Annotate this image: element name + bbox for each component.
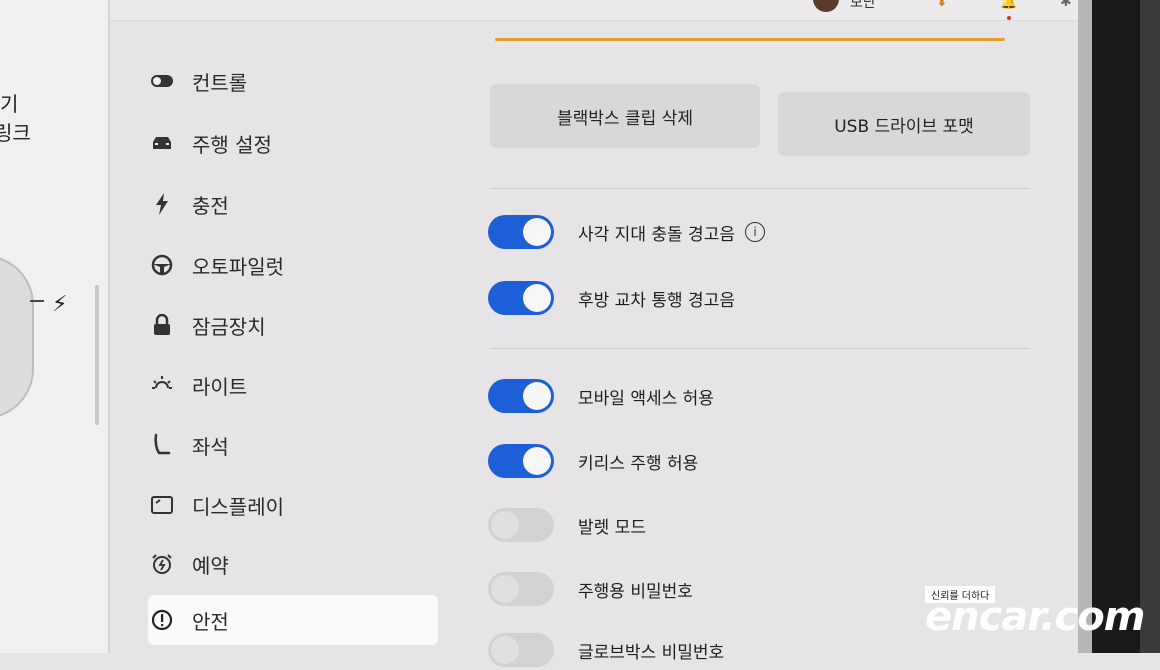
sun-icon bbox=[148, 371, 176, 399]
sidebar-item-schedule[interactable]: 예약 bbox=[148, 539, 438, 589]
format-usb-button[interactable]: USB 드라이브 포맷 bbox=[778, 92, 1030, 156]
toggle-label: 사각 지대 충돌 경고음 bbox=[578, 224, 735, 245]
toggle-row-mobile-access[interactable]: 모바일 액세스 허용 bbox=[488, 376, 1008, 416]
sidebar-item-display[interactable]: 디스플레이 bbox=[148, 480, 438, 530]
charge-bolt-icon: ⚡ bbox=[52, 292, 68, 317]
display-icon bbox=[148, 491, 176, 519]
charge-port-indicator bbox=[30, 300, 44, 302]
toggle-knob bbox=[523, 284, 551, 312]
toggle-label: 키리스 주행 허용 bbox=[578, 453, 699, 474]
toggle-knob bbox=[523, 382, 551, 410]
sidebar-item-label: 예약 bbox=[192, 553, 229, 578]
sidebar-item-label: 안전 bbox=[192, 609, 229, 634]
toggle-icon bbox=[148, 67, 176, 95]
sidebar-item-seats[interactable]: 좌석 bbox=[148, 420, 438, 470]
toggle-row-keyless-driving[interactable]: 키리스 주행 허용 bbox=[488, 441, 1008, 481]
sidebar-item-charging[interactable]: 충전 bbox=[148, 179, 438, 229]
accent-line bbox=[495, 38, 1005, 41]
toggle-switch[interactable] bbox=[488, 281, 554, 315]
toggle-switch[interactable] bbox=[488, 215, 554, 249]
divider bbox=[490, 188, 1030, 189]
toggle-label: 모바일 액세스 허용 bbox=[578, 388, 714, 409]
car-panel-text-2: 링크 bbox=[0, 121, 31, 145]
download-icon[interactable]: ⬇ bbox=[936, 0, 948, 10]
toggle-label: 주행용 비밀번호 bbox=[578, 581, 693, 602]
avatar[interactable] bbox=[813, 0, 839, 12]
seat-icon bbox=[148, 431, 176, 459]
car-panel: 기 링크 ⚡ bbox=[0, 0, 110, 653]
car-icon bbox=[148, 129, 176, 157]
background-edge bbox=[1140, 0, 1160, 653]
sidebar-item-driving[interactable]: 주행 설정 bbox=[148, 118, 438, 168]
lock-icon bbox=[148, 311, 176, 339]
toggle-row-valet-mode[interactable]: 발렛 모드 bbox=[488, 505, 1008, 545]
delete-dashcam-clips-button[interactable]: 블랙박스 클립 삭제 bbox=[490, 84, 760, 148]
sidebar-item-controls[interactable]: 컨트롤 bbox=[148, 56, 438, 106]
watermark-logo: encar.com bbox=[925, 594, 1145, 640]
sidebar-item-label: 잠금장치 bbox=[192, 314, 266, 339]
toggle-knob bbox=[491, 636, 519, 664]
screen-edge bbox=[1078, 0, 1092, 653]
toggle-label: 후방 교차 통행 경고음 bbox=[578, 290, 735, 311]
settings-sidebar: 컨트롤 주행 설정 충전 오토파일럿 잠금장치 라이트 좌석 디스플레이 예약 … bbox=[110, 50, 450, 653]
bell-icon[interactable]: 🔔 bbox=[1000, 0, 1017, 10]
toggle-knob bbox=[523, 447, 551, 475]
sidebar-item-lights[interactable]: 라이트 bbox=[148, 360, 438, 410]
sidebar-item-label: 디스플레이 bbox=[192, 494, 284, 519]
info-icon[interactable]: i bbox=[744, 222, 765, 242]
toggle-knob bbox=[523, 218, 551, 246]
watermark: 신뢰를 더하다 encar.com bbox=[925, 586, 1155, 646]
toggle-knob bbox=[491, 575, 519, 603]
status-bar: 보단 ⬇ 🔔 ✱ ▂▃▅▇ bbox=[110, 0, 1154, 21]
toggle-switch[interactable] bbox=[488, 633, 554, 667]
sidebar-item-autopilot[interactable]: 오토파일럿 bbox=[148, 240, 438, 290]
toggle-row-blind-spot-chime[interactable]: 사각 지대 충돌 경고음 i bbox=[488, 212, 1008, 252]
bolt-icon bbox=[148, 190, 176, 218]
toggle-knob bbox=[491, 511, 519, 539]
car-image bbox=[0, 255, 34, 419]
toggle-row-rear-cross-traffic-chime[interactable]: 후방 교차 통행 경고음 bbox=[488, 278, 1008, 318]
toggle-switch[interactable] bbox=[488, 379, 554, 413]
sidebar-item-label: 주행 설정 bbox=[192, 132, 272, 157]
sidebar-item-label: 좌석 bbox=[192, 434, 229, 459]
profile-name[interactable]: 보단 bbox=[850, 0, 876, 12]
sidebar-item-label: 컨트롤 bbox=[192, 70, 248, 95]
toggle-switch[interactable] bbox=[488, 444, 554, 478]
sidebar-item-label: 오토파일럿 bbox=[192, 254, 284, 279]
car-panel-text-1: 기 bbox=[0, 92, 19, 116]
steering-wheel-icon bbox=[148, 251, 176, 279]
divider bbox=[490, 348, 1030, 349]
toggle-label: 발렛 모드 bbox=[578, 517, 646, 538]
alert-circle-icon bbox=[148, 606, 176, 634]
bluetooth-icon[interactable]: ✱ bbox=[1060, 0, 1072, 10]
toggle-switch[interactable] bbox=[488, 572, 554, 606]
sidebar-item-label: 라이트 bbox=[192, 374, 248, 399]
scrollbar[interactable] bbox=[95, 285, 99, 425]
toggle-switch[interactable] bbox=[488, 508, 554, 542]
alarm-clock-icon bbox=[148, 550, 176, 578]
sidebar-item-locks[interactable]: 잠금장치 bbox=[148, 300, 438, 350]
safety-settings-panel: 블랙박스 클립 삭제 USB 드라이브 포맷 사각 지대 충돌 경고음 i 후방… bbox=[470, 20, 1070, 667]
toggle-label: 글로브박스 비밀번호 bbox=[578, 642, 725, 663]
sidebar-item-safety[interactable]: 안전 bbox=[148, 595, 438, 645]
sidebar-item-label: 충전 bbox=[192, 193, 229, 218]
